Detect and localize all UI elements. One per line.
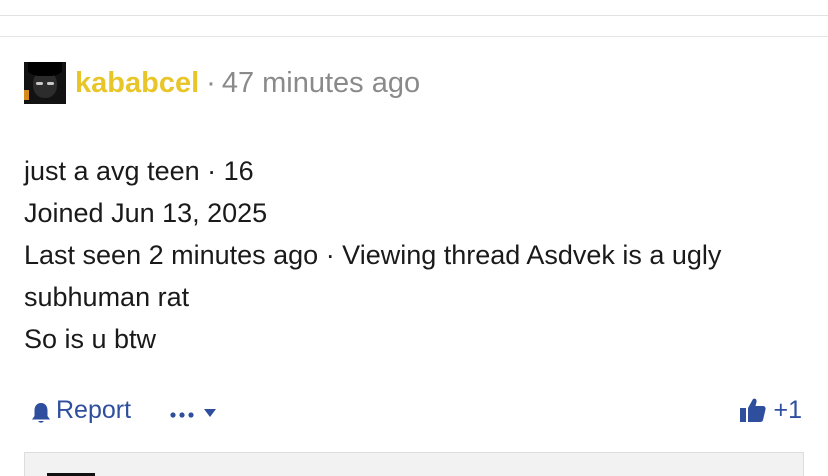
post-actions: Report +1	[30, 391, 802, 429]
post-body-line: So is u btw	[24, 324, 157, 354]
report-button[interactable]: Report	[30, 391, 131, 429]
post-body-line: Joined Jun 13, 2025	[24, 198, 268, 228]
post-divider	[0, 36, 828, 37]
post-body-line: subhuman rat	[24, 282, 190, 312]
bell-icon	[30, 398, 52, 423]
post-body: just a avg teen · 16 Joined Jun 13, 2025…	[24, 150, 814, 360]
post-body-line: just a avg teen · 16	[24, 156, 254, 186]
reaction-button[interactable]: +1	[739, 391, 802, 429]
previous-post-edge	[0, 0, 828, 16]
post-header: kababcel · 47 minutes ago	[24, 61, 420, 105]
meta-separator: ·	[206, 67, 216, 99]
post-timestamp[interactable]: 47 minutes ago	[222, 61, 420, 105]
avatar-highlight	[24, 90, 29, 100]
avatar-hair	[28, 62, 62, 76]
avatar-eye	[36, 82, 43, 85]
ellipsis-icon	[169, 406, 195, 418]
page: kababcel · 47 minutes ago just a avg tee…	[0, 0, 828, 476]
anime-avatar-icon[interactable]	[24, 62, 66, 104]
chevron-down-icon	[203, 405, 217, 417]
avatar-eye	[47, 82, 54, 85]
thumbs-up-icon	[739, 396, 767, 424]
reaction-count: +1	[773, 395, 802, 424]
more-options-button[interactable]	[169, 391, 217, 429]
post-body-line: Last seen 2 minutes ago · Viewing thread…	[24, 240, 722, 270]
report-label: Report	[56, 396, 132, 424]
next-post-card	[24, 452, 804, 476]
username-link[interactable]: kababcel	[75, 61, 199, 105]
